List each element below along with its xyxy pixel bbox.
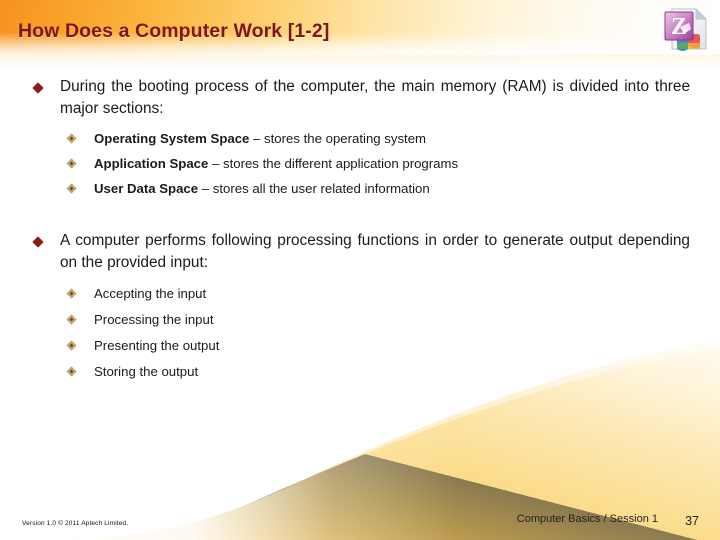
- bullet-item-level1: A computer performs following processing…: [30, 230, 690, 382]
- small-diamond-bullet-icon: [66, 158, 77, 169]
- list-item: Operating System Space – stores the oper…: [60, 129, 690, 149]
- list-item: Processing the input: [60, 310, 690, 330]
- small-diamond-bullet-icon: [66, 288, 77, 299]
- small-diamond-bullet-icon: [66, 133, 77, 144]
- page-number: 37: [685, 514, 699, 528]
- diamond-bullet-icon: [32, 236, 44, 248]
- sub-bullet-list: Operating System Space – stores the oper…: [60, 129, 690, 199]
- sub-bullet-description: – stores all the user related informatio…: [198, 181, 430, 196]
- sub-bullet-term: Application Space: [94, 156, 209, 171]
- slide-canvas: How Does a Computer Work [1-2] Z During …: [0, 0, 720, 540]
- bullet-item-level1: During the booting process of the comput…: [30, 76, 690, 199]
- bullet-text: A computer performs following processing…: [60, 232, 690, 271]
- sub-bullet-description: – stores the different application progr…: [208, 156, 459, 171]
- slide-body: During the booting process of the comput…: [0, 62, 720, 472]
- page-title: How Does a Computer Work [1-2]: [18, 20, 330, 42]
- sub-bullet-description: Accepting the input: [94, 286, 207, 301]
- sub-bullet-list: Accepting the input Processing the input…: [60, 284, 690, 382]
- zip-archive-document-icon: Z: [664, 8, 707, 51]
- diamond-bullet-icon: [32, 82, 44, 94]
- list-item: Application Space – stores the different…: [60, 154, 690, 174]
- list-item: Storing the output: [60, 362, 690, 382]
- content-block: During the booting process of the comput…: [0, 76, 720, 199]
- list-item: User Data Space – stores all the user re…: [60, 179, 690, 199]
- sub-bullet-description: – stores the operating system: [249, 131, 427, 146]
- sub-bullet-term: Operating System Space: [94, 131, 250, 146]
- content-block: A computer performs following processing…: [0, 230, 720, 382]
- copyright-notice: Version 1.0 © 2011 Aptech Limited.: [22, 520, 129, 527]
- sub-bullet-term: User Data Space: [94, 181, 199, 196]
- sub-bullet-description: Presenting the output: [94, 338, 220, 353]
- list-item: Accepting the input: [60, 284, 690, 304]
- course-session-label: Computer Basics / Session 1: [516, 513, 658, 525]
- small-diamond-bullet-icon: [66, 314, 77, 325]
- sub-bullet-description: Storing the output: [94, 364, 199, 379]
- list-item: Presenting the output: [60, 336, 690, 356]
- sub-bullet-description: Processing the input: [94, 312, 214, 327]
- small-diamond-bullet-icon: [66, 340, 77, 351]
- small-diamond-bullet-icon: [66, 366, 77, 377]
- bullet-text: During the booting process of the comput…: [60, 78, 690, 117]
- small-diamond-bullet-icon: [66, 183, 77, 194]
